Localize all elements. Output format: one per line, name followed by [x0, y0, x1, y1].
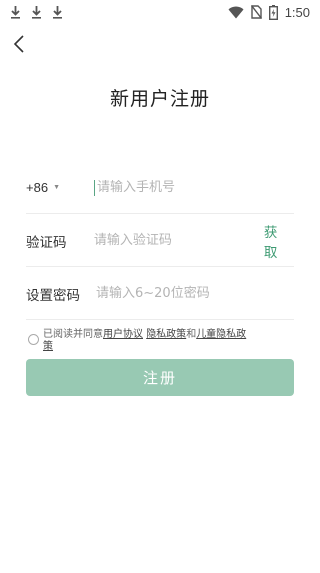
password-input[interactable]	[96, 279, 294, 308]
no-sim-icon	[250, 5, 262, 19]
page-title: 新用户注册	[109, 88, 210, 110]
agreement-conj: 和	[186, 329, 197, 340]
download-icon	[52, 5, 63, 19]
agreement-checkbox[interactable]	[28, 334, 39, 345]
country-code-value: +86	[26, 180, 49, 195]
notification-icons	[10, 5, 63, 19]
code-input[interactable]	[93, 226, 264, 255]
phone-row: +86 ▼	[26, 162, 294, 214]
register-button[interactable]: 注册	[26, 359, 294, 396]
password-label: 设置密码	[26, 287, 80, 304]
agreement: 已阅读并同意用户协议 隐私政策和儿童隐私政策	[28, 329, 294, 353]
caret-down-icon: ▼	[53, 184, 60, 191]
agreement-text: 已阅读并同意用户协议 隐私政策和儿童隐私政策	[43, 329, 248, 353]
code-label: 验证码	[26, 234, 67, 251]
phone-input[interactable]	[94, 179, 294, 196]
wifi-icon	[228, 6, 244, 19]
status-bar: 1:50	[0, 0, 320, 24]
user-agreement-link[interactable]: 用户协议	[103, 329, 143, 340]
status-time: 1:50	[284, 4, 310, 20]
system-icons: 1:50	[228, 4, 310, 20]
chevron-left-icon	[13, 35, 25, 53]
get-code-button[interactable]: 获取	[264, 221, 290, 261]
back-button[interactable]	[8, 32, 30, 56]
privacy-policy-link[interactable]: 隐私政策	[146, 329, 186, 340]
agreement-prefix: 已阅读并同意	[43, 329, 103, 340]
download-icon	[31, 5, 42, 19]
password-row: 设置密码	[26, 268, 294, 320]
download-icon	[10, 5, 21, 19]
battery-charging-icon	[268, 4, 278, 20]
country-code-selector[interactable]: +86 ▼	[26, 180, 88, 195]
code-row: 验证码 获取	[26, 215, 294, 267]
